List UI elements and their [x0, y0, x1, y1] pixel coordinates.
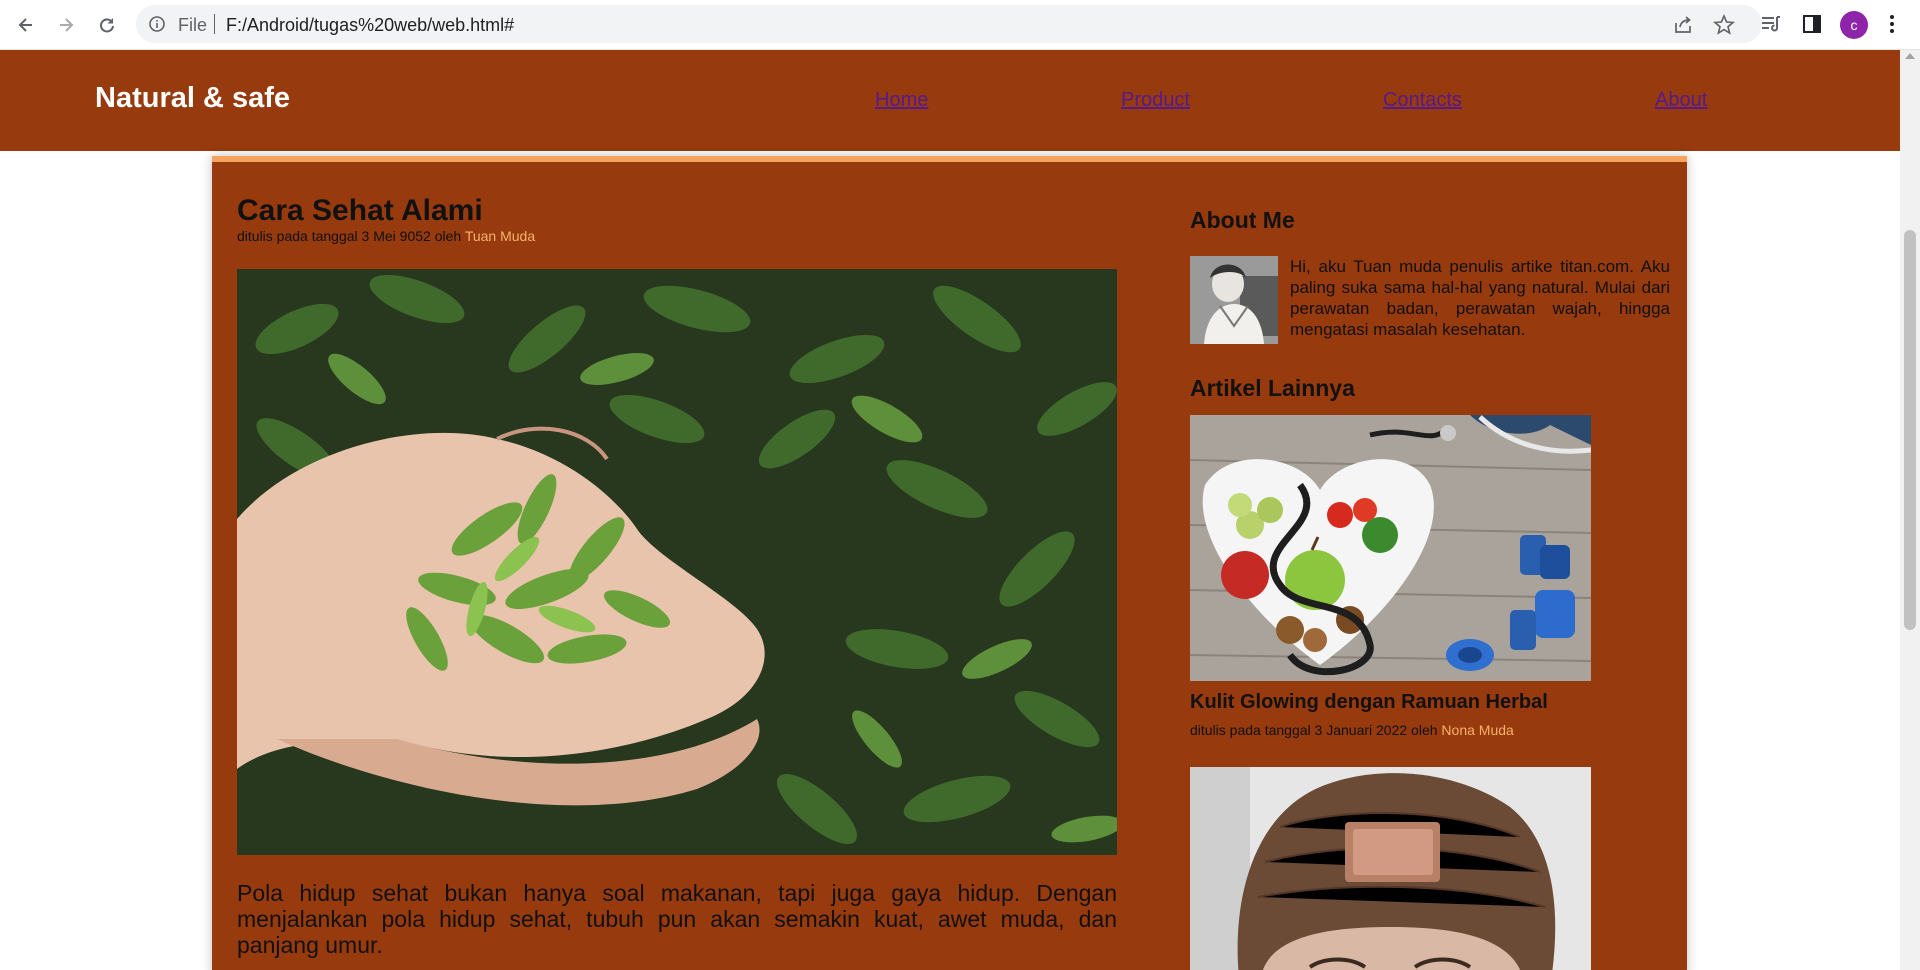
forward-button[interactable] [51, 10, 81, 40]
reload-button[interactable] [92, 10, 122, 40]
author-photo-illustration [1190, 256, 1278, 344]
nav-product-link[interactable]: Product [1121, 89, 1190, 112]
page-scrollbar[interactable] [1900, 50, 1920, 970]
scroll-up-arrow[interactable] [1905, 53, 1915, 59]
skincare-illustration [1190, 767, 1591, 970]
share-icon[interactable] [1672, 14, 1694, 36]
other-article-author[interactable]: Nona Muda [1441, 722, 1513, 738]
about-heading: About Me [1190, 207, 1295, 233]
skincare-image[interactable] [1190, 767, 1591, 970]
tea-leaves-illustration [237, 269, 1117, 855]
url-text[interactable]: F:/Android/tugas%20web/web.html# [226, 15, 514, 36]
author-avatar [1190, 256, 1278, 344]
reload-icon [100, 18, 114, 33]
other-article-title[interactable]: Kulit Glowing dengan Ramuan Herbal [1190, 691, 1548, 714]
back-button[interactable] [11, 10, 41, 40]
article-meta: ditulis pada tanggal 3 Mei 9052 oleh Tua… [237, 228, 535, 244]
other-article-meta-prefix: ditulis pada tanggal 3 Januari 2022 oleh [1190, 722, 1442, 738]
reading-list-icon [1762, 16, 1780, 32]
about-text: Hi, aku Tuan muda penulis artike titan.c… [1290, 257, 1670, 339]
nav-home-link[interactable]: Home [875, 89, 928, 112]
other-articles-heading: Artikel Lainnya [1190, 375, 1355, 401]
address-bar[interactable]: File F:/Android/tugas%20web/web.html# [136, 5, 1762, 43]
accent-strip [212, 156, 1687, 162]
menu-icon [1890, 15, 1894, 33]
profile-avatar[interactable]: c [1840, 11, 1868, 39]
article-title: Cara Sehat Alami [237, 194, 483, 227]
scroll-thumb[interactable] [1904, 230, 1916, 630]
article-meta-prefix: ditulis pada tanggal 3 Mei 9052 oleh [237, 228, 465, 244]
side-panel-button[interactable] [1800, 12, 1824, 36]
star-icon[interactable] [1713, 14, 1735, 36]
healthy-food-illustration [1190, 415, 1591, 681]
url-scheme-label: File [178, 15, 208, 35]
healthy-food-image[interactable] [1190, 415, 1591, 681]
side-panel-icon [1803, 15, 1821, 33]
site-brand: Natural & safe [95, 82, 291, 114]
article-author[interactable]: Tuan Muda [465, 228, 535, 244]
reading-list-button[interactable] [1759, 12, 1783, 36]
browser-toolbar: File F:/Android/tugas%20web/web.html# c [0, 0, 1920, 50]
url-separator [214, 14, 215, 34]
site-header: Natural & safe Home Product Contacts Abo… [0, 50, 1900, 151]
menu-button[interactable] [1880, 12, 1904, 36]
page-viewport: Natural & safe Home Product Contacts Abo… [0, 50, 1920, 970]
nav-contacts-link[interactable]: Contacts [1383, 89, 1462, 112]
nav-about-link[interactable]: About [1655, 89, 1707, 112]
info-icon[interactable] [148, 15, 166, 33]
content-card: Cara Sehat Alami ditulis pada tanggal 3 … [212, 156, 1687, 970]
article-body: Pola hidup sehat bukan hanya soal makana… [237, 880, 1117, 958]
other-article-meta: ditulis pada tanggal 3 Januari 2022 oleh… [1190, 722, 1514, 738]
forward-icon [60, 18, 74, 32]
back-icon [18, 18, 32, 32]
tea-leaves-image [237, 269, 1117, 855]
